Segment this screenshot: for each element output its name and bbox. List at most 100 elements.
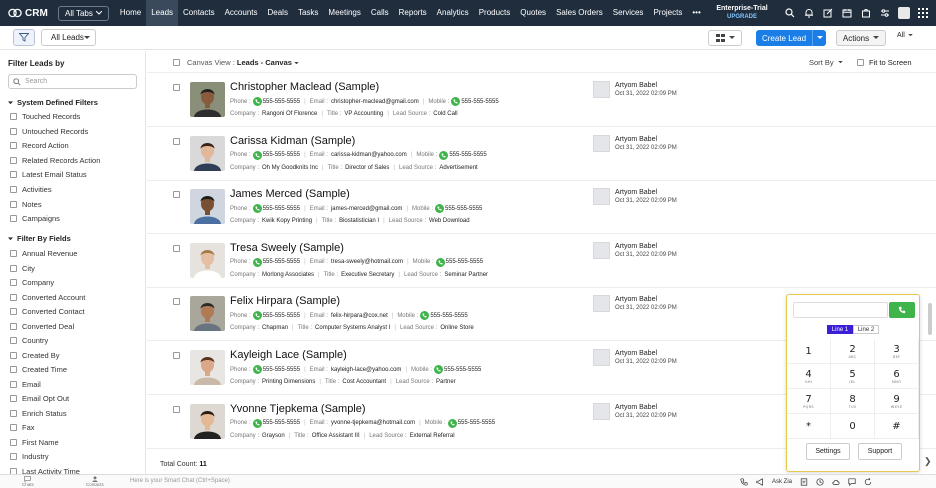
nav-tab-projects[interactable]: Projects [648,0,687,26]
phone-call-icon[interactable] [252,365,262,374]
sync-icon[interactable] [864,478,872,486]
dialer-key[interactable]: 2 ABC [831,339,875,364]
dialer-key[interactable]: 3 DEF [875,339,919,364]
filter-checkbox[interactable] [10,438,17,446]
lead-name-link[interactable]: Yvonne Tjepkema (Sample) [230,403,366,415]
filter-checkbox[interactable] [10,453,17,460]
dialer-call-button[interactable] [889,302,915,318]
nav-tab-home[interactable]: Home [115,0,146,26]
view-switcher-button[interactable] [708,30,742,46]
search-icon[interactable] [780,0,799,26]
owner-name[interactable]: Artyom Babel [615,82,657,89]
all-tabs-dropdown[interactable]: All Tabs [58,5,109,21]
filter-checkbox[interactable] [10,127,17,135]
filter-option[interactable]: Fax [10,423,35,432]
lead-name-link[interactable]: Tresa Sweely (Sample) [230,242,344,254]
filter-checkbox[interactable] [10,409,17,417]
filter-checkbox[interactable] [10,337,17,344]
nav-tab-deals[interactable]: Deals [263,0,293,26]
lead-email[interactable]: carissa-kidman@yahoo.com [331,152,407,158]
lead-email[interactable]: felix-hirpara@cox.net [331,313,388,319]
filter-checkbox[interactable] [10,250,17,257]
line-1-tab[interactable]: Line 1 [827,325,853,334]
create-lead-button[interactable]: Create Lead [756,30,826,46]
lead-name-link[interactable]: Christopher Maclead (Sample) [230,81,379,93]
record-checkbox[interactable] [173,352,180,359]
chevron-right-icon[interactable]: ❯ [924,456,932,467]
filter-option[interactable]: Country [10,336,48,345]
all-records-dropdown[interactable]: All [897,32,913,39]
lead-email[interactable]: yvonne-tjepkema@hotmail.com [331,420,415,426]
owner-name[interactable]: Artyom Babel [615,404,657,411]
owner-name[interactable]: Artyom Babel [615,350,657,357]
crm-logo[interactable]: CRM [0,8,54,19]
dialer-key[interactable]: # [875,414,919,439]
fit-to-screen-checkbox[interactable] [857,59,864,66]
phone-call-icon[interactable] [447,418,457,428]
owner-name[interactable]: Artyom Babel [615,243,657,250]
lead-record-card[interactable]: Christopher Maclead (Sample) Phone : 555-5… [147,73,936,127]
dialer-key[interactable]: 4 GHI [787,364,831,389]
filter-option[interactable]: Latest Email Status [10,170,87,179]
lead-mobile[interactable]: 555-555-5555 [447,418,495,428]
lead-mobile[interactable]: 555-555-5555 [434,365,481,374]
record-checkbox[interactable] [173,298,180,306]
call-icon[interactable] [740,478,748,486]
nav-tab-services[interactable]: Services [608,0,649,26]
sort-by-dropdown[interactable]: Sort By [809,58,843,67]
dialer-key[interactable]: 6 MNO [875,364,919,389]
cloud-icon[interactable] [832,478,840,486]
dialer-key[interactable]: 5 JKL [831,364,875,389]
phone-call-icon[interactable] [252,418,262,428]
lead-email[interactable]: christopher-maclead@gmail.com [331,99,419,105]
phone-call-icon[interactable] [439,150,449,160]
filter-option[interactable]: Untouched Records [10,127,88,136]
dialer-key[interactable]: * [787,414,831,439]
filter-option[interactable]: Created Time [10,365,67,374]
filter-option[interactable]: Touched Records [10,112,80,121]
phone-call-icon[interactable] [252,150,262,160]
filter-checkbox[interactable] [10,186,17,193]
dialer-scrollbar[interactable] [928,303,932,335]
nav-tab-products[interactable]: Products [474,0,516,26]
smart-chat-input[interactable]: Here is your Smart Chat (Ctrl+Space) [130,478,230,484]
filter-checkbox[interactable] [10,264,17,272]
nav-tab-calls[interactable]: Calls [366,0,394,26]
fit-to-screen-toggle[interactable]: Fit to Screen [857,58,912,67]
lead-mobile[interactable]: 555-555-5555 [420,311,468,321]
dialer-key[interactable]: 1 [787,339,831,364]
filter-option[interactable]: Created By [10,351,60,360]
filter-toggle-button[interactable] [13,29,35,46]
record-checkbox[interactable] [173,84,180,91]
filter-option[interactable]: Notes [10,200,42,209]
phone-call-icon[interactable] [420,311,430,321]
lead-name-link[interactable]: Felix Hirpara (Sample) [230,295,340,307]
trial-badge[interactable]: Enterprise-Trial UPGRADE [712,4,772,22]
compose-icon[interactable] [818,0,837,26]
filter-option[interactable]: City [10,264,35,273]
filter-checkbox[interactable] [10,200,17,208]
filter-checkbox[interactable] [10,171,17,179]
phone-call-icon[interactable] [435,257,445,267]
nav-tab-quotes[interactable]: Quotes [515,0,551,26]
lead-phone[interactable]: 555-555-5555 [252,204,300,214]
filter-option[interactable]: Record Action [10,141,69,150]
dialer-key[interactable]: 0 [831,414,875,439]
record-checkbox[interactable] [173,405,180,413]
lead-name-link[interactable]: Carissa Kidman (Sample) [230,135,355,147]
lead-phone[interactable]: 555-555-5555 [252,257,300,267]
lead-record-card[interactable]: James Merced (Sample) Phone : 555-555-5555… [147,180,936,235]
phone-call-icon[interactable] [252,311,262,321]
filter-option[interactable]: Campaigns [10,214,60,223]
lead-record-card[interactable]: Carissa Kidman (Sample) Phone : 555-555-55… [147,127,936,181]
dialer-support-button[interactable]: Support [858,443,902,460]
dialer-number-input[interactable] [793,302,888,318]
phone-call-icon[interactable] [252,257,262,267]
filter-option[interactable]: Converted Contact [10,307,85,316]
bell-icon[interactable] [799,0,818,26]
dialer-key[interactable]: 9 WXYZ [875,389,919,414]
nav-tab-meetings[interactable]: Meetings [323,0,365,26]
ask-zia-button[interactable]: Ask Zia [772,479,792,485]
phone-call-icon[interactable] [252,97,262,106]
field-filters-section-header[interactable]: Filter By Fields [8,234,71,243]
